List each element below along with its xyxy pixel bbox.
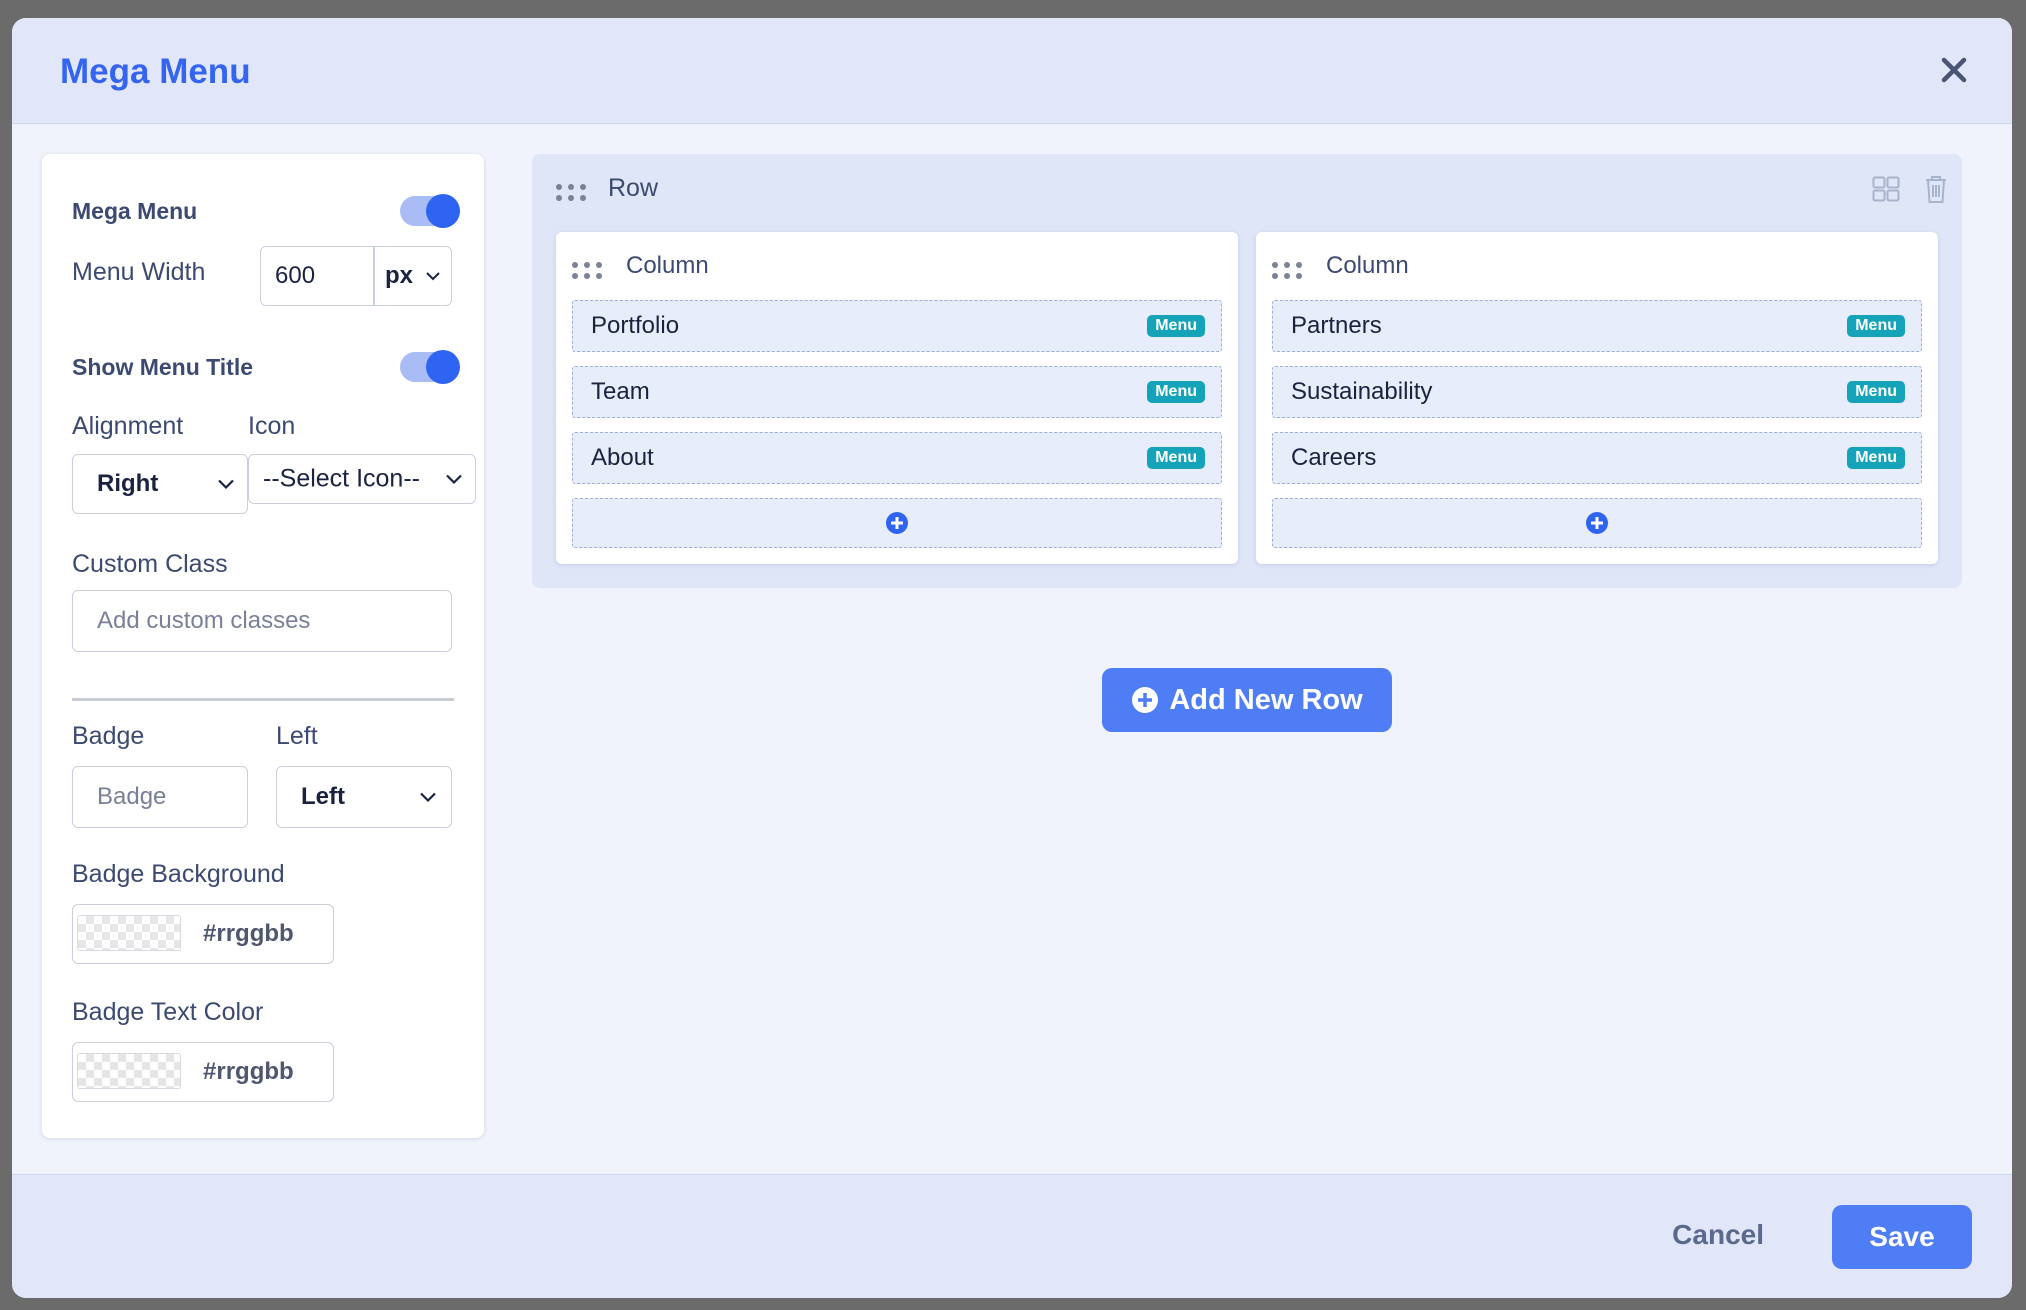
divider — [72, 698, 454, 701]
show-menu-title-toggle[interactable] — [400, 350, 460, 384]
badge-background-picker[interactable]: #rrggbb — [72, 904, 334, 964]
menu-width-field: 600 px — [260, 246, 452, 306]
menu-badge: Menu — [1847, 381, 1905, 403]
menu-badge: Menu — [1147, 315, 1205, 337]
menu-item[interactable]: Sustainability Menu — [1272, 366, 1922, 418]
plus-circle-icon — [886, 512, 908, 534]
mega-menu-label: Mega Menu — [72, 198, 198, 224]
alignment-select[interactable]: Right — [72, 454, 248, 514]
menu-item[interactable]: Portfolio Menu — [572, 300, 1222, 352]
plus-circle-icon — [1132, 687, 1159, 713]
badge-position-label: Left — [276, 722, 318, 750]
add-item-button[interactable] — [572, 498, 1222, 548]
drag-handle-icon[interactable] — [556, 184, 586, 201]
badge-background-value: #rrggbb — [203, 920, 294, 947]
add-item-button[interactable] — [1272, 498, 1922, 548]
menu-badge: Menu — [1847, 315, 1905, 337]
badge-position-select[interactable]: Left — [276, 766, 452, 828]
menu-item-name: Portfolio — [591, 312, 680, 339]
drag-handle-icon[interactable] — [1272, 262, 1302, 279]
cancel-button[interactable]: Cancel — [1672, 1219, 1764, 1251]
menu-width-unit-select[interactable]: px — [385, 262, 413, 290]
chevron-down-icon — [426, 272, 440, 281]
menu-width-label: Menu Width — [72, 258, 206, 286]
column-card: Column Portfolio Menu Team Menu About Me… — [556, 232, 1238, 564]
column-label: Column — [1326, 252, 1409, 279]
icon-value: --Select Icon-- — [263, 464, 420, 493]
menu-badge: Menu — [1847, 447, 1905, 469]
menu-item-name: Partners — [1291, 312, 1382, 339]
add-new-row-label: Add New Row — [1169, 683, 1363, 716]
menu-item[interactable]: Team Menu — [572, 366, 1222, 418]
mega-menu-toggle[interactable] — [400, 194, 460, 228]
badge-text-color-picker[interactable]: #rrggbb — [72, 1042, 334, 1102]
custom-class-label: Custom Class — [72, 550, 228, 578]
chevron-down-icon — [420, 792, 436, 803]
badge-text-color-label: Badge Text Color — [72, 998, 264, 1026]
save-button[interactable]: Save — [1832, 1205, 1972, 1269]
menu-item-name: Careers — [1291, 444, 1377, 471]
mega-menu-modal: Mega Menu Mega Menu Menu Width 600 px Sh… — [12, 18, 2012, 1298]
custom-class-input[interactable]: Add custom classes — [72, 590, 452, 652]
add-new-row-button[interactable]: Add New Row — [1102, 668, 1392, 732]
show-menu-title-label: Show Menu Title — [72, 354, 254, 380]
settings-panel: Mega Menu Menu Width 600 px Show Menu Ti… — [42, 154, 484, 1138]
badge-background-label: Badge Background — [72, 860, 285, 888]
modal-footer: Cancel Save — [12, 1174, 2012, 1298]
menu-width-input[interactable]: 600 — [275, 262, 315, 290]
menu-badge: Menu — [1147, 447, 1205, 469]
badge-input[interactable]: Badge — [72, 766, 248, 828]
modal-header: Mega Menu — [12, 18, 2012, 124]
drag-handle-icon[interactable] — [572, 262, 602, 279]
color-swatch[interactable] — [77, 1053, 181, 1089]
menu-item-name: Sustainability — [1291, 378, 1433, 405]
alignment-label: Alignment — [72, 412, 184, 440]
close-icon — [1941, 57, 1967, 83]
row-container: Row Column Portfolio Menu Team Menu Abou… — [532, 154, 1962, 588]
badge-label: Badge — [72, 722, 145, 750]
icon-select[interactable]: --Select Icon-- — [248, 454, 476, 504]
modal-title: Mega Menu — [60, 52, 251, 91]
row-label: Row — [608, 174, 659, 202]
menu-badge: Menu — [1147, 381, 1205, 403]
menu-item-name: Team — [591, 378, 650, 405]
chevron-down-icon — [446, 474, 462, 485]
plus-circle-icon — [1586, 512, 1608, 534]
badge-placeholder: Badge — [97, 783, 167, 810]
chevron-down-icon — [218, 479, 234, 490]
badge-text-color-value: #rrggbb — [203, 1058, 294, 1085]
color-swatch[interactable] — [77, 915, 181, 951]
layout-grid-icon[interactable] — [1872, 176, 1900, 202]
badge-position-value: Left — [301, 783, 345, 810]
menu-item[interactable]: Partners Menu — [1272, 300, 1922, 352]
menu-item[interactable]: Careers Menu — [1272, 432, 1922, 484]
close-button[interactable] — [1934, 50, 1974, 90]
menu-item-name: About — [591, 444, 654, 471]
menu-item[interactable]: About Menu — [572, 432, 1222, 484]
icon-label: Icon — [248, 412, 296, 440]
column-label: Column — [626, 252, 709, 279]
alignment-value: Right — [97, 470, 159, 497]
column-card: Column Partners Menu Sustainability Menu… — [1256, 232, 1938, 564]
custom-class-placeholder: Add custom classes — [97, 607, 311, 634]
trash-icon[interactable] — [1924, 174, 1948, 204]
